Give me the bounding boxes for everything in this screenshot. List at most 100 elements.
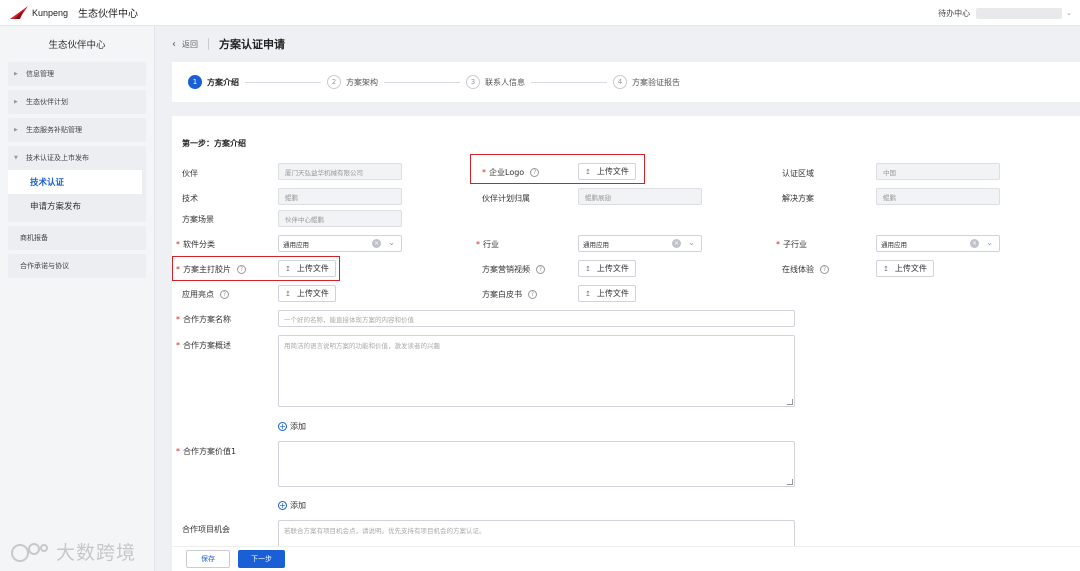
highlights-upload-button[interactable]: ↥ 上传文件: [278, 285, 336, 302]
upload-icon: ↥: [585, 264, 591, 273]
clear-icon[interactable]: ×: [372, 239, 381, 248]
sidebar-title: 生态伙伴中心: [48, 40, 106, 51]
marketing-video-label-text: 方案营销视频: [482, 265, 530, 274]
chevron-down-icon: ⌄: [688, 238, 695, 247]
portal-name: 生态伙伴中心: [78, 9, 139, 20]
caret-right-icon: ▶: [14, 99, 18, 105]
sidebar-item-subsidy-management[interactable]: ▶ 生态服务补贴管理: [8, 118, 146, 142]
whitepaper-label: 方案白皮书?: [482, 289, 537, 300]
chevron-down-icon: ⌄: [388, 238, 395, 247]
marketing-video-upload-button[interactable]: ↥ 上传文件: [578, 260, 636, 277]
partner-field: 厦门天弘益华机械有限公司: [278, 163, 402, 180]
marketing-video-label: 方案营销视频?: [482, 264, 545, 275]
textarea-placeholder: 用简洁的语言说明方案的功能和价值，激发读者的兴趣: [284, 342, 440, 350]
add-value-button[interactable]: + 添加: [278, 500, 306, 511]
clear-icon[interactable]: ×: [672, 239, 681, 248]
online-trial-upload-button[interactable]: ↥ 上传文件: [876, 260, 934, 277]
software-category-label: * 软件分类: [176, 240, 215, 249]
todo-center-link[interactable]: 待办中心: [938, 8, 970, 19]
help-icon[interactable]: ?: [220, 290, 229, 299]
sidebar-item-partner-program[interactable]: ▶ 生态伙伴计划: [8, 90, 146, 114]
value1-textarea[interactable]: [278, 441, 795, 487]
upload-label: 上传文件: [596, 289, 629, 298]
help-icon[interactable]: ?: [820, 265, 829, 274]
caret-right-icon: ▶: [14, 127, 18, 133]
opportunity-textarea[interactable]: 若联合方案有项目机会点，请说明。优先支持有项目机会的方案认证。: [278, 520, 795, 546]
select-value: 通用应用: [583, 240, 609, 249]
page-title: 方案认证申请: [219, 38, 285, 51]
upload-icon: ↥: [285, 289, 291, 298]
divider: [208, 38, 209, 50]
software-category-select[interactable]: 通用应用 × ⌄: [278, 235, 402, 252]
step-label: 方案介绍: [207, 77, 239, 87]
region-field: 中国: [876, 163, 1000, 180]
back-button[interactable]: ‹ 返回: [172, 39, 198, 50]
solution-label: 解决方案: [782, 194, 814, 203]
form-card: 第一步：方案介绍 伙伴 厦门天弘益华机械有限公司 * 企业Logo? ↥ 上传文件 …: [172, 116, 1080, 546]
plan-label: 伙伴计划归属: [482, 194, 530, 203]
help-icon[interactable]: ?: [528, 290, 537, 299]
highlight-box-main-slide: [172, 256, 340, 281]
sidebar-item-agreements[interactable]: 合作承诺与协议: [8, 254, 146, 278]
kunpeng-logo-icon: [10, 5, 28, 20]
overview-label-text: 合作方案概述: [183, 341, 231, 350]
page-header: ‹ 返回 方案认证申请: [156, 26, 1080, 62]
overview-textarea[interactable]: 用简洁的语言说明方案的功能和价值，激发读者的兴趣: [278, 335, 795, 407]
step-number: 3: [466, 75, 480, 89]
step-number: 1: [188, 75, 202, 89]
industry-select[interactable]: 通用应用 × ⌄: [578, 235, 702, 252]
clear-icon[interactable]: ×: [970, 239, 979, 248]
sidebar-item-tech-certification[interactable]: 技术认证: [8, 170, 142, 194]
sidebar-item-opportunity[interactable]: 商机报备: [8, 226, 146, 250]
select-value: 通用应用: [283, 240, 309, 249]
watermark: 大数跨境: [10, 538, 136, 565]
add-overview-button[interactable]: + 添加: [278, 421, 306, 432]
step-label: 联系人信息: [485, 77, 525, 87]
step-intro[interactable]: 1 方案介绍: [188, 75, 239, 89]
user-account-blurred[interactable]: [976, 7, 1063, 19]
resize-handle[interactable]: [787, 399, 793, 405]
chevron-down-icon[interactable]: ⌄: [1066, 9, 1072, 17]
chevron-down-icon: ⌄: [986, 238, 993, 247]
step-contact[interactable]: 3 联系人信息: [466, 75, 525, 89]
steps-bar: 1 方案介绍 2 方案架构 3 联系人信息 4 方案验证报告: [172, 62, 1080, 102]
software-category-label-text: 软件分类: [183, 240, 215, 249]
upload-label: 上传文件: [596, 264, 629, 273]
save-button[interactable]: 保存: [186, 550, 230, 568]
next-step-button[interactable]: 下一步: [238, 550, 285, 568]
step-verification[interactable]: 4 方案验证报告: [613, 75, 680, 89]
upload-icon: ↥: [883, 264, 889, 273]
footer-bar: 保存 下一步: [172, 546, 1080, 571]
kunpeng-logo[interactable]: Kunpeng 生态伙伴中心: [10, 5, 138, 20]
industry-label: * 行业: [476, 240, 499, 249]
help-icon[interactable]: ?: [536, 265, 545, 274]
step-connector: [531, 81, 607, 83]
plus-circle-icon: +: [278, 501, 287, 510]
step-architecture[interactable]: 2 方案架构: [327, 75, 378, 89]
textarea-placeholder: 若联合方案有项目机会点，请说明。优先支持有项目机会的方案认证。: [284, 527, 486, 535]
scene-label: 方案场景: [182, 215, 214, 224]
sidebar: 生态伙伴中心 ▶ 信息管理 ▶ 生态伙伴计划 ▶ 生态服务补贴管理 ▼ 技术认证…: [0, 26, 155, 571]
sidebar-item-solution-release[interactable]: 申请方案发布: [8, 194, 146, 218]
highlights-label-text: 应用亮点: [182, 290, 214, 299]
online-trial-label: 在线体验?: [782, 264, 829, 275]
resize-handle[interactable]: [787, 479, 793, 485]
solution-name-input[interactable]: 一个好的名称，能直接体现方案的内容和价值: [278, 310, 795, 327]
whitepaper-label-text: 方案白皮书: [482, 290, 522, 299]
sub-industry-select[interactable]: 通用应用 × ⌄: [876, 235, 1000, 252]
partner-label: 伙伴: [182, 169, 198, 178]
plan-field: 鲲鹏展翅: [578, 188, 702, 205]
value1-label: * 合作方案价值1: [176, 447, 237, 456]
sidebar-group-header[interactable]: ▼ 技术认证及上市发布: [8, 146, 146, 170]
tech-label: 技术: [182, 194, 198, 203]
upload-label: 上传文件: [894, 264, 927, 273]
section-title: 第一步：方案介绍: [182, 139, 246, 148]
whitepaper-upload-button[interactable]: ↥ 上传文件: [578, 285, 636, 302]
step-number: 4: [613, 75, 627, 89]
top-bar: Kunpeng 生态伙伴中心 待办中心 ⌄: [0, 0, 1080, 26]
logo-text: Kunpeng: [32, 7, 69, 18]
solution-field: 鲲鹏: [876, 188, 1000, 205]
sidebar-item-info-management[interactable]: ▶ 信息管理: [8, 62, 146, 86]
step-connector: [245, 81, 321, 83]
chevron-left-icon: ‹: [172, 38, 176, 50]
